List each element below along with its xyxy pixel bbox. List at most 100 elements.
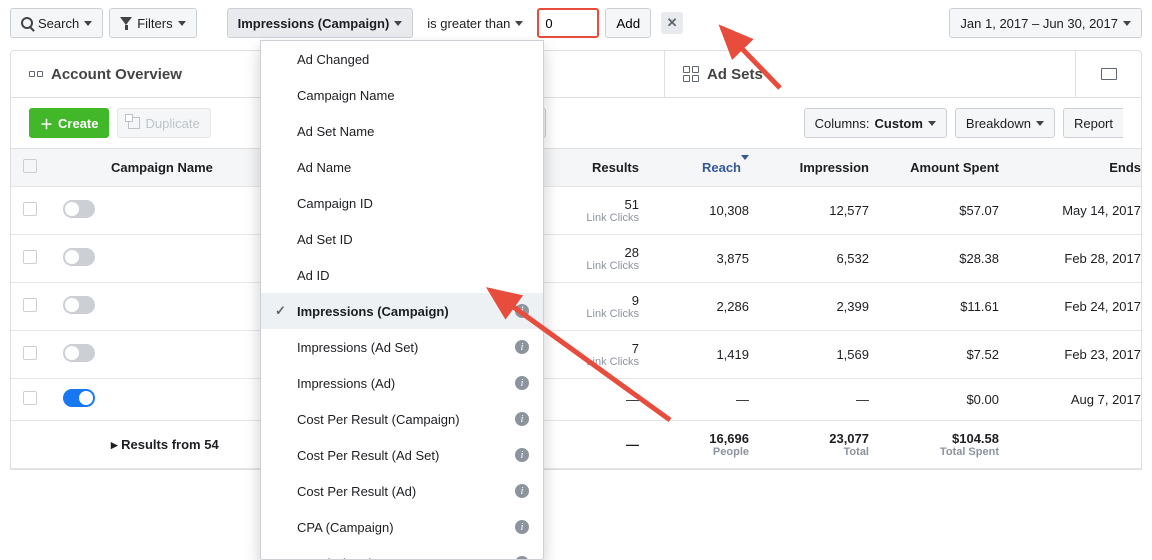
info-icon: i xyxy=(515,448,529,462)
filter-icon xyxy=(120,17,132,29)
dropdown-item[interactable]: ✓ CPA (Campaign) i xyxy=(261,509,543,545)
overview-icon xyxy=(29,71,43,77)
filter-field-dropdown[interactable]: Impressions (Campaign) xyxy=(227,8,414,38)
row-toggle[interactable] xyxy=(63,389,95,407)
tab-adsets[interactable]: Ad Sets xyxy=(664,51,1075,97)
date-range-button[interactable]: Jan 1, 2017 – Jun 30, 2017 xyxy=(949,8,1142,38)
reports-button[interactable]: Report xyxy=(1063,108,1123,138)
row-toggle[interactable] xyxy=(63,248,95,266)
dropdown-item[interactable]: ✓ Impressions (Ad Set) i xyxy=(261,329,543,365)
filter-value-input[interactable] xyxy=(537,8,599,38)
table-row[interactable]: 51Link Clicks 10,308 12,577 $57.07 May 1… xyxy=(11,187,1142,235)
tabs: Account Overview Ad Sets xyxy=(10,50,1142,98)
dropdown-item[interactable]: ✓ Cost Per Result (Ad Set) i xyxy=(261,437,543,473)
breakdown-label: Breakdown xyxy=(966,116,1031,131)
row-ends: Feb 23, 2017 xyxy=(1011,331,1142,379)
dropdown-item-label: Cost Per Result (Ad) xyxy=(297,484,507,499)
dropdown-item[interactable]: ✓ Cost Per Result (Campaign) i xyxy=(261,401,543,437)
search-button[interactable]: Search xyxy=(10,8,103,38)
columns-button[interactable]: Columns: Custom xyxy=(804,108,947,138)
create-label: Create xyxy=(58,116,98,131)
table-row[interactable]: 9Link Clicks 2,286 2,399 $11.61 Feb 24, … xyxy=(11,283,1142,331)
dropdown-item[interactable]: ✓ Campaign Name xyxy=(261,77,543,113)
filters-label: Filters xyxy=(137,16,172,31)
table-row[interactable]: 7Link Clicks 1,419 1,569 $7.52 Feb 23, 2… xyxy=(11,331,1142,379)
row-reach: 10,308 xyxy=(651,187,761,235)
date-range-label: Jan 1, 2017 – Jun 30, 2017 xyxy=(960,16,1118,31)
th-ends[interactable]: Ends xyxy=(1011,149,1142,187)
row-checkbox[interactable] xyxy=(23,391,37,405)
dropdown-item-label: Cost Per Result (Campaign) xyxy=(297,412,507,427)
duplicate-button[interactable]: Duplicate xyxy=(117,108,210,138)
create-button[interactable]: ＋ Create xyxy=(29,108,109,138)
dropdown-item[interactable]: ✓ Cost Per Result (Ad) i xyxy=(261,473,543,509)
dropdown-item[interactable]: ✓ Ad ID xyxy=(261,257,543,293)
check-icon: ✓ xyxy=(275,303,289,319)
row-reach: 2,286 xyxy=(651,283,761,331)
dropdown-item[interactable]: ✓ Impressions (Ad) i xyxy=(261,365,543,401)
dropdown-item-label: Ad Set Name xyxy=(297,124,529,139)
close-filter-icon[interactable]: ✕ xyxy=(661,12,683,34)
dropdown-item-label: Impressions (Campaign) xyxy=(297,304,507,319)
sort-caret-icon xyxy=(741,155,749,175)
caret-icon xyxy=(1123,21,1131,26)
breakdown-button[interactable]: Breakdown xyxy=(955,108,1055,138)
info-icon: i xyxy=(515,304,529,318)
row-checkbox[interactable] xyxy=(23,346,37,360)
duplicate-icon xyxy=(128,117,140,129)
dropdown-item[interactable]: ✓ Ad Set ID xyxy=(261,221,543,257)
row-impressions: 12,577 xyxy=(761,187,881,235)
th-reach[interactable]: Reach xyxy=(651,149,761,187)
add-filter-button[interactable]: Add xyxy=(605,8,651,38)
row-spent: $0.00 xyxy=(881,379,1011,421)
table-row[interactable]: — — — $0.00 Aug 7, 2017 xyxy=(11,379,1142,421)
info-icon: i xyxy=(515,484,529,498)
dropdown-item-label: Ad ID xyxy=(297,268,529,283)
dropdown-item[interactable]: ✓ Ad Name xyxy=(261,149,543,185)
row-results: 51Link Clicks xyxy=(539,187,651,235)
th-impressions[interactable]: Impression xyxy=(761,149,881,187)
row-results: 28Link Clicks xyxy=(539,235,651,283)
filters-button[interactable]: Filters xyxy=(109,8,196,38)
dropdown-item[interactable]: ✓ Ad Changed xyxy=(261,41,543,77)
table-row[interactable]: 28Link Clicks 3,875 6,532 $28.38 Feb 28,… xyxy=(11,235,1142,283)
row-ends: May 14, 2017 xyxy=(1011,187,1142,235)
ads-icon xyxy=(1101,68,1117,80)
dropdown-item-label: Impressions (Ad) xyxy=(297,376,507,391)
dropdown-item[interactable]: ✓ Campaign ID xyxy=(261,185,543,221)
dropdown-item[interactable]: ✓ Impressions (Campaign) i xyxy=(261,293,543,329)
duplicate-label: Duplicate xyxy=(145,116,199,131)
row-spent: $28.38 xyxy=(881,235,1011,283)
row-spent: $7.52 xyxy=(881,331,1011,379)
caret-icon xyxy=(928,121,936,126)
dropdown-item-label: Campaign ID xyxy=(297,196,529,211)
select-all-checkbox[interactable] xyxy=(23,159,37,173)
reach-sort-link[interactable]: Reach xyxy=(702,155,749,175)
filter-field-label: Impressions (Campaign) xyxy=(238,16,390,31)
th-results[interactable]: Results xyxy=(539,149,651,187)
row-toggle[interactable] xyxy=(63,200,95,218)
row-checkbox[interactable] xyxy=(23,298,37,312)
row-toggle[interactable] xyxy=(63,344,95,362)
tab-ads[interactable] xyxy=(1075,51,1141,97)
row-reach: — xyxy=(651,379,761,421)
reports-label: Report xyxy=(1074,116,1113,131)
row-ends: Feb 24, 2017 xyxy=(1011,283,1142,331)
info-icon: i xyxy=(515,520,529,534)
plus-icon: ＋ xyxy=(40,114,53,133)
totals-reach: 16,696People xyxy=(651,421,761,469)
dropdown-item-label: CPA (Ad Set) xyxy=(297,556,507,560)
row-checkbox[interactable] xyxy=(23,202,37,216)
filter-field-dropdown-menu[interactable]: ✓ Ad Changed ✓ Campaign Name ✓ Ad Set Na… xyxy=(260,40,544,560)
subtoolbar: ＋ Create Duplicate ules Columns: Custom … xyxy=(10,98,1142,148)
dropdown-item[interactable]: ✓ Ad Set Name xyxy=(261,113,543,149)
row-reach: 1,419 xyxy=(651,331,761,379)
dropdown-item[interactable]: ✓ CPA (Ad Set) i xyxy=(261,545,543,560)
info-icon: i xyxy=(515,340,529,354)
row-toggle[interactable] xyxy=(63,296,95,314)
dropdown-item-label: Ad Set ID xyxy=(297,232,529,247)
filter-operator-dropdown[interactable]: is greater than xyxy=(419,8,531,38)
row-checkbox[interactable] xyxy=(23,250,37,264)
dropdown-item-label: CPA (Campaign) xyxy=(297,520,507,535)
th-spent[interactable]: Amount Spent xyxy=(881,149,1011,187)
